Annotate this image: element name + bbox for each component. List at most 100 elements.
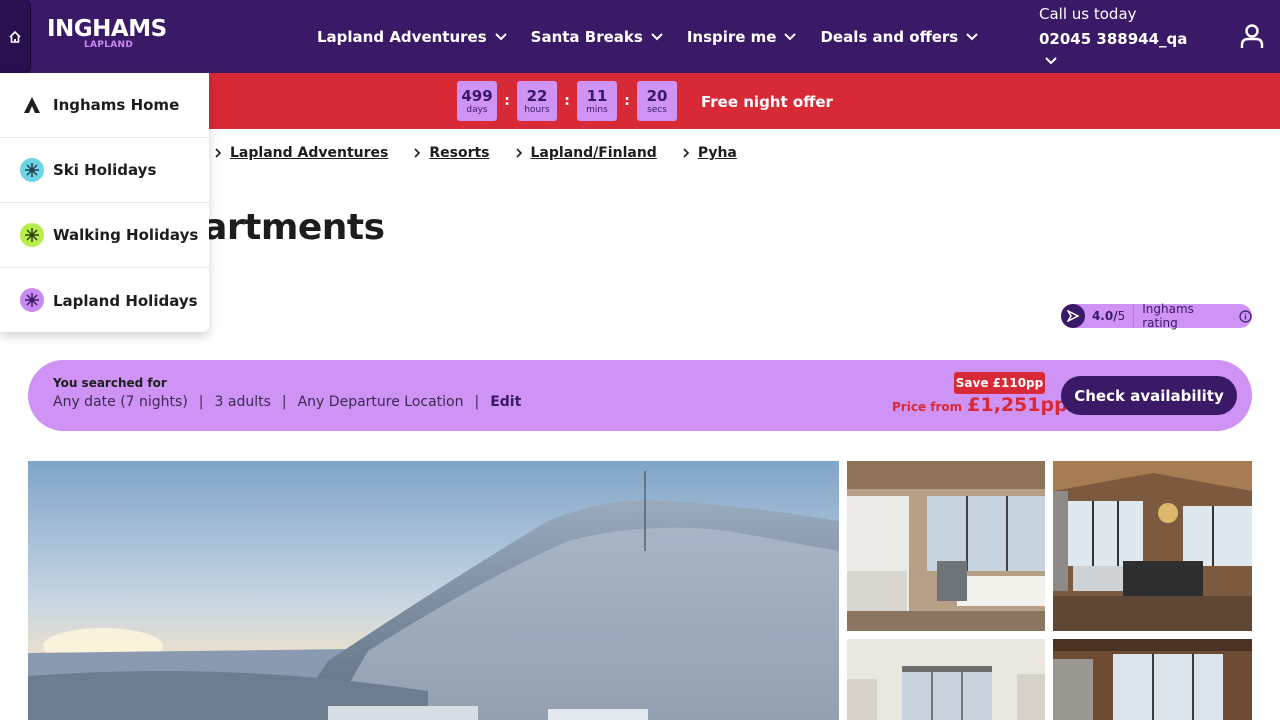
dropdown-item-inghams-home[interactable]: Inghams Home: [0, 73, 209, 138]
breadcrumb-item: Resorts: [413, 145, 490, 161]
nav-inspire-me[interactable]: Inspire me: [687, 26, 797, 48]
timer-unit: days: [466, 104, 488, 115]
mountain-image: [28, 461, 839, 720]
info-icon[interactable]: [1239, 309, 1252, 323]
timer-value: 499: [461, 86, 493, 105]
site-header: INGHAMS LAPLAND Lapland Adventures Santa…: [0, 0, 1280, 73]
timer-value: 22: [526, 86, 548, 105]
search-summary-title: You searched for: [53, 376, 167, 390]
inghams-logo-icon: [24, 97, 40, 113]
timer-unit: hours: [524, 104, 550, 115]
snowflake-icon: [20, 288, 44, 312]
edit-search-link[interactable]: Edit: [490, 394, 521, 410]
account-icon[interactable]: [1239, 23, 1265, 49]
gallery-thumbnail[interactable]: [847, 461, 1045, 631]
logo-text: INGHAMS: [47, 16, 167, 42]
price: Price from £1,251pp: [892, 394, 1068, 416]
divider: |: [198, 394, 204, 410]
price-from-label: Price from: [892, 400, 963, 414]
gallery-thumbnail[interactable]: [1053, 639, 1252, 720]
search-date: Any date (7 nights): [53, 394, 188, 410]
breadcrumb-item: Pyha: [682, 145, 737, 161]
save-badge: Save £110pp: [954, 372, 1045, 394]
nav-label: Lapland Adventures: [317, 28, 487, 46]
check-availability-button[interactable]: Check availability: [1061, 376, 1237, 415]
timer-unit: secs: [647, 104, 667, 115]
timer-mins: 11 mins: [577, 81, 617, 121]
timer-separator: :: [624, 93, 630, 109]
chevron-down-icon: [651, 33, 663, 41]
main-nav: Lapland Adventures Santa Breaks Inspire …: [317, 26, 1002, 48]
dropdown-item-ski-holidays[interactable]: Ski Holidays: [0, 138, 209, 203]
breadcrumb: Lapland Adventures Resorts Lapland/Finla…: [214, 145, 737, 161]
dropdown-item-walking-holidays[interactable]: Walking Holidays: [0, 203, 209, 268]
dining-room-image: [1053, 461, 1252, 631]
living-room-image: [1053, 639, 1252, 720]
inghams-rating: 4.0/ 5 Inghams rating: [1061, 302, 1252, 330]
dropdown-item-label: Walking Holidays: [53, 226, 199, 244]
rating-label: Inghams rating: [1142, 302, 1194, 330]
nav-label: Santa Breaks: [530, 28, 643, 46]
gallery-thumbnail[interactable]: [1053, 461, 1252, 631]
chevron-down-icon: [784, 33, 797, 41]
call-us[interactable]: Call us today 02045 388944_qa: [1039, 5, 1187, 65]
divider: |: [281, 394, 287, 410]
brand-switcher-dropdown: Inghams Home Ski Holidays Walking Holida…: [0, 73, 209, 332]
page-title-text: artments: [203, 207, 385, 248]
price-value: £1,251pp: [967, 394, 1068, 416]
breadcrumb-link[interactable]: Lapland/Finland: [531, 145, 657, 161]
promo-text[interactable]: Free night offer: [701, 93, 833, 111]
search-summary: You searched for Any date (7 nights) | 3…: [28, 360, 1252, 431]
timer-unit: mins: [586, 104, 608, 115]
search-departure: Any Departure Location: [297, 394, 464, 410]
bedroom-image: [847, 639, 1045, 720]
dropdown-item-lapland-holidays[interactable]: Lapland Holidays: [0, 268, 209, 333]
dropdown-item-label: Lapland Holidays: [53, 291, 198, 310]
kitchen-image: [847, 461, 1045, 631]
timer-separator: :: [564, 93, 570, 109]
search-summary-details: Any date (7 nights) | 3 adults | Any Dep…: [53, 394, 521, 410]
breadcrumb-link[interactable]: Resorts: [429, 145, 489, 161]
timer-value: 20: [646, 86, 668, 105]
home-button[interactable]: [0, 0, 31, 73]
chevron-down-icon[interactable]: [1045, 57, 1057, 65]
breadcrumb-item: Lapland Adventures: [214, 145, 388, 161]
rating-out-of: 5: [1117, 309, 1126, 323]
home-icon: [9, 30, 21, 43]
nav-deals-offers[interactable]: Deals and offers: [820, 26, 978, 48]
chevron-right-icon: [414, 148, 421, 158]
logo-subtitle: LAPLAND: [84, 40, 134, 50]
timer-hours: 22 hours: [517, 81, 557, 121]
call-phone[interactable]: 02045 388944_qa: [1039, 30, 1187, 48]
breadcrumb-link[interactable]: Lapland Adventures: [230, 145, 388, 161]
countdown-timer: 499 days : 22 hours : 11 mins : 20 secs: [457, 81, 677, 121]
gallery-thumbnail[interactable]: [847, 639, 1045, 720]
timer-value: 11: [586, 86, 608, 105]
inghams-logo[interactable]: INGHAMS LAPLAND: [47, 16, 167, 50]
inghams-logo-icon: [1061, 304, 1085, 328]
rating-divider: [1133, 304, 1135, 328]
nav-lapland-adventures[interactable]: Lapland Adventures: [317, 26, 507, 48]
snowflake-icon: [20, 223, 44, 247]
chevron-right-icon: [515, 148, 522, 158]
divider: |: [474, 394, 480, 410]
breadcrumb-item: Lapland/Finland: [515, 145, 657, 161]
dropdown-item-label: Ski Holidays: [53, 161, 157, 179]
breadcrumb-link[interactable]: Pyha: [698, 145, 737, 161]
timer-separator: :: [504, 93, 510, 109]
chevron-right-icon: [683, 148, 689, 158]
call-label: Call us today: [1039, 5, 1137, 23]
timer-days: 499 days: [457, 81, 497, 121]
snowflake-icon: [20, 158, 44, 182]
chevron-down-icon: [966, 33, 978, 41]
chevron-right-icon: [215, 148, 222, 158]
chevron-down-icon: [494, 33, 507, 41]
gallery-main-image[interactable]: [28, 461, 839, 720]
nav-santa-breaks[interactable]: Santa Breaks: [531, 26, 663, 48]
dropdown-item-label: Inghams Home: [53, 96, 180, 114]
nav-label: Inspire me: [686, 28, 777, 46]
timer-secs: 20 secs: [637, 81, 677, 121]
rating-score: 4.0/: [1091, 309, 1118, 323]
search-adults: 3 adults: [214, 394, 271, 410]
nav-label: Deals and offers: [820, 28, 959, 46]
